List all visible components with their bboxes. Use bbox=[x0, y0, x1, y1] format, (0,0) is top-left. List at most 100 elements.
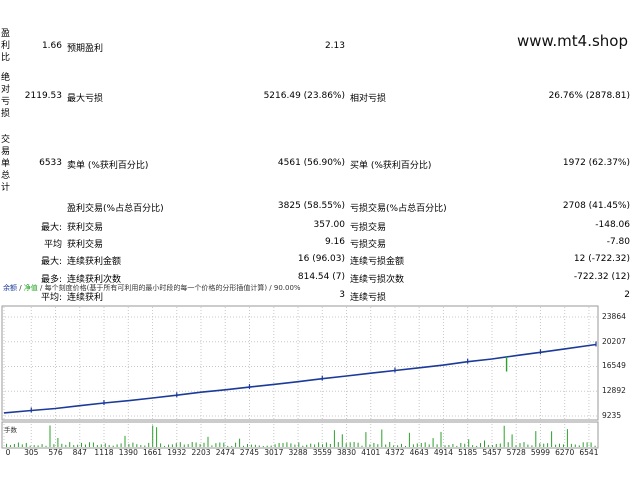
y-tick-label-0: 23864 bbox=[602, 311, 626, 321]
volume-bar-98 bbox=[393, 445, 395, 447]
volume-bar-75 bbox=[302, 445, 304, 447]
volume-bar-147 bbox=[586, 442, 588, 447]
volume-bar-14 bbox=[61, 443, 63, 447]
volume-bar-93 bbox=[373, 442, 375, 447]
x-tick-label-8: 2203 bbox=[191, 448, 211, 457]
volume-bar-90 bbox=[361, 445, 363, 447]
maximal-drawdown-value: 5216.49 (23.86%) bbox=[263, 91, 345, 101]
volume-bar-74 bbox=[298, 442, 300, 447]
volume-bar-144 bbox=[574, 444, 576, 447]
volume-bar-114 bbox=[456, 445, 458, 447]
volume-bar-61 bbox=[247, 444, 248, 447]
volume-bar-109 bbox=[436, 444, 438, 447]
volume-bar-87 bbox=[349, 442, 351, 447]
x-tick-label-22: 5999 bbox=[530, 448, 550, 457]
x-tick-label-18: 4914 bbox=[433, 448, 453, 457]
legend-separator: / bbox=[17, 284, 24, 292]
volume-bar-94 bbox=[377, 444, 379, 447]
x-tick-label-20: 5457 bbox=[482, 448, 502, 457]
volume-bar-18 bbox=[77, 444, 79, 447]
x-tick-label-11: 3017 bbox=[264, 448, 284, 457]
volume-bar-145 bbox=[578, 445, 580, 447]
volume-bar-25 bbox=[104, 443, 106, 447]
volume-bar-26 bbox=[108, 445, 110, 447]
volume-bar-57 bbox=[231, 445, 233, 447]
volume-bar-76 bbox=[306, 444, 308, 447]
volume-bar-39 bbox=[160, 443, 162, 447]
volume-bar-83 bbox=[333, 430, 335, 447]
volume-bar-149 bbox=[594, 445, 596, 447]
volume-bar-68 bbox=[274, 444, 276, 447]
volume-bar-115 bbox=[460, 443, 462, 447]
volume-bar-128 bbox=[511, 434, 513, 447]
volume-bar-27 bbox=[112, 445, 114, 447]
volume-bar-11 bbox=[49, 425, 51, 447]
short-positions-value: 4561 (56.90%) bbox=[277, 158, 345, 168]
max-consecutive-wins-value: 16 (96.03) bbox=[297, 254, 345, 264]
y-tick-label-4: 9235 bbox=[602, 411, 622, 420]
profit-trades-value: 3825 (58.55%) bbox=[277, 201, 345, 211]
volume-bar-36 bbox=[148, 442, 150, 447]
x-tick-label-1: 305 bbox=[24, 448, 39, 457]
balance-legend: 余额 bbox=[3, 284, 17, 292]
x-tick-label-21: 5728 bbox=[506, 448, 526, 457]
volume-bar-24 bbox=[100, 444, 102, 447]
volume-bar-92 bbox=[369, 444, 371, 447]
x-tick-label-10: 2745 bbox=[239, 448, 260, 457]
volume-bar-12 bbox=[53, 444, 55, 447]
volume-bar-113 bbox=[452, 444, 454, 447]
volume-bar-32 bbox=[132, 442, 134, 447]
volume-bar-66 bbox=[266, 445, 268, 447]
volume-bar-46 bbox=[187, 444, 189, 447]
volume-bar-69 bbox=[278, 443, 280, 447]
volume-bar-110 bbox=[440, 431, 442, 447]
volume-bar-111 bbox=[444, 445, 446, 447]
volume-bar-59 bbox=[239, 438, 241, 447]
volume-bar-107 bbox=[428, 444, 430, 447]
volume-bar-45 bbox=[183, 444, 185, 447]
expected-payoff-value: 2.13 bbox=[324, 41, 345, 51]
volume-bar-28 bbox=[116, 444, 118, 447]
x-tick-label-15: 4101 bbox=[361, 448, 381, 457]
volume-bar-133 bbox=[531, 445, 533, 447]
volume-bar-96 bbox=[385, 444, 387, 447]
average-consecutive-losses-label: 连续亏损 bbox=[350, 293, 387, 303]
volume-bar-31 bbox=[128, 444, 130, 447]
volume-bar-8 bbox=[37, 445, 39, 447]
volume-bar-53 bbox=[215, 443, 217, 447]
expected-payoff-label: 预期盈利 bbox=[67, 44, 104, 54]
volume-bar-134 bbox=[535, 431, 537, 447]
profit-factor-value: 1.66 bbox=[41, 41, 62, 51]
x-tick-label-16: 4372 bbox=[385, 448, 405, 457]
volume-bar-125 bbox=[499, 443, 501, 447]
max-consecutive-losses-value: 12 (-722.32) bbox=[573, 254, 630, 264]
maximal-drawdown-label: 最大亏损 bbox=[67, 94, 104, 104]
volume-bar-100 bbox=[401, 443, 402, 447]
volume-bar-106 bbox=[424, 442, 426, 447]
volume-bar-91 bbox=[365, 432, 367, 447]
volume-bar-117 bbox=[468, 439, 470, 447]
x-tick-label-3: 847 bbox=[72, 448, 87, 457]
absolute-drawdown-row-label: 绝对亏损 bbox=[1, 73, 11, 119]
absolute-drawdown-value: 2119.53 bbox=[24, 91, 62, 101]
volume-bar-44 bbox=[179, 442, 181, 447]
volume-bar-63 bbox=[254, 444, 256, 447]
volume-bar-89 bbox=[357, 442, 359, 447]
volume-bar-132 bbox=[527, 444, 529, 447]
profit-factor-row-label: 盈利比 bbox=[1, 29, 11, 63]
volume-bar-34 bbox=[140, 445, 142, 447]
volume-bar-103 bbox=[412, 444, 414, 447]
y-tick-label-3: 12892 bbox=[602, 386, 626, 396]
average-loss-trade-value: -7.80 bbox=[606, 237, 630, 247]
short-positions-label: 卖单 (%获利百分比) bbox=[67, 161, 149, 171]
maximal-consecutive-loss-value: -722.32 (12) bbox=[573, 272, 630, 282]
volume-bar-51 bbox=[207, 436, 209, 447]
average-profit-trade-value: 9.16 bbox=[324, 237, 345, 247]
volume-bar-50 bbox=[203, 442, 205, 447]
volume-bar-80 bbox=[322, 444, 323, 447]
volume-bar-60 bbox=[243, 445, 244, 447]
chart-plot-frame bbox=[1, 305, 599, 421]
volume-bar-84 bbox=[337, 442, 339, 447]
volume-bar-119 bbox=[476, 445, 478, 447]
volume-bar-137 bbox=[547, 443, 549, 447]
